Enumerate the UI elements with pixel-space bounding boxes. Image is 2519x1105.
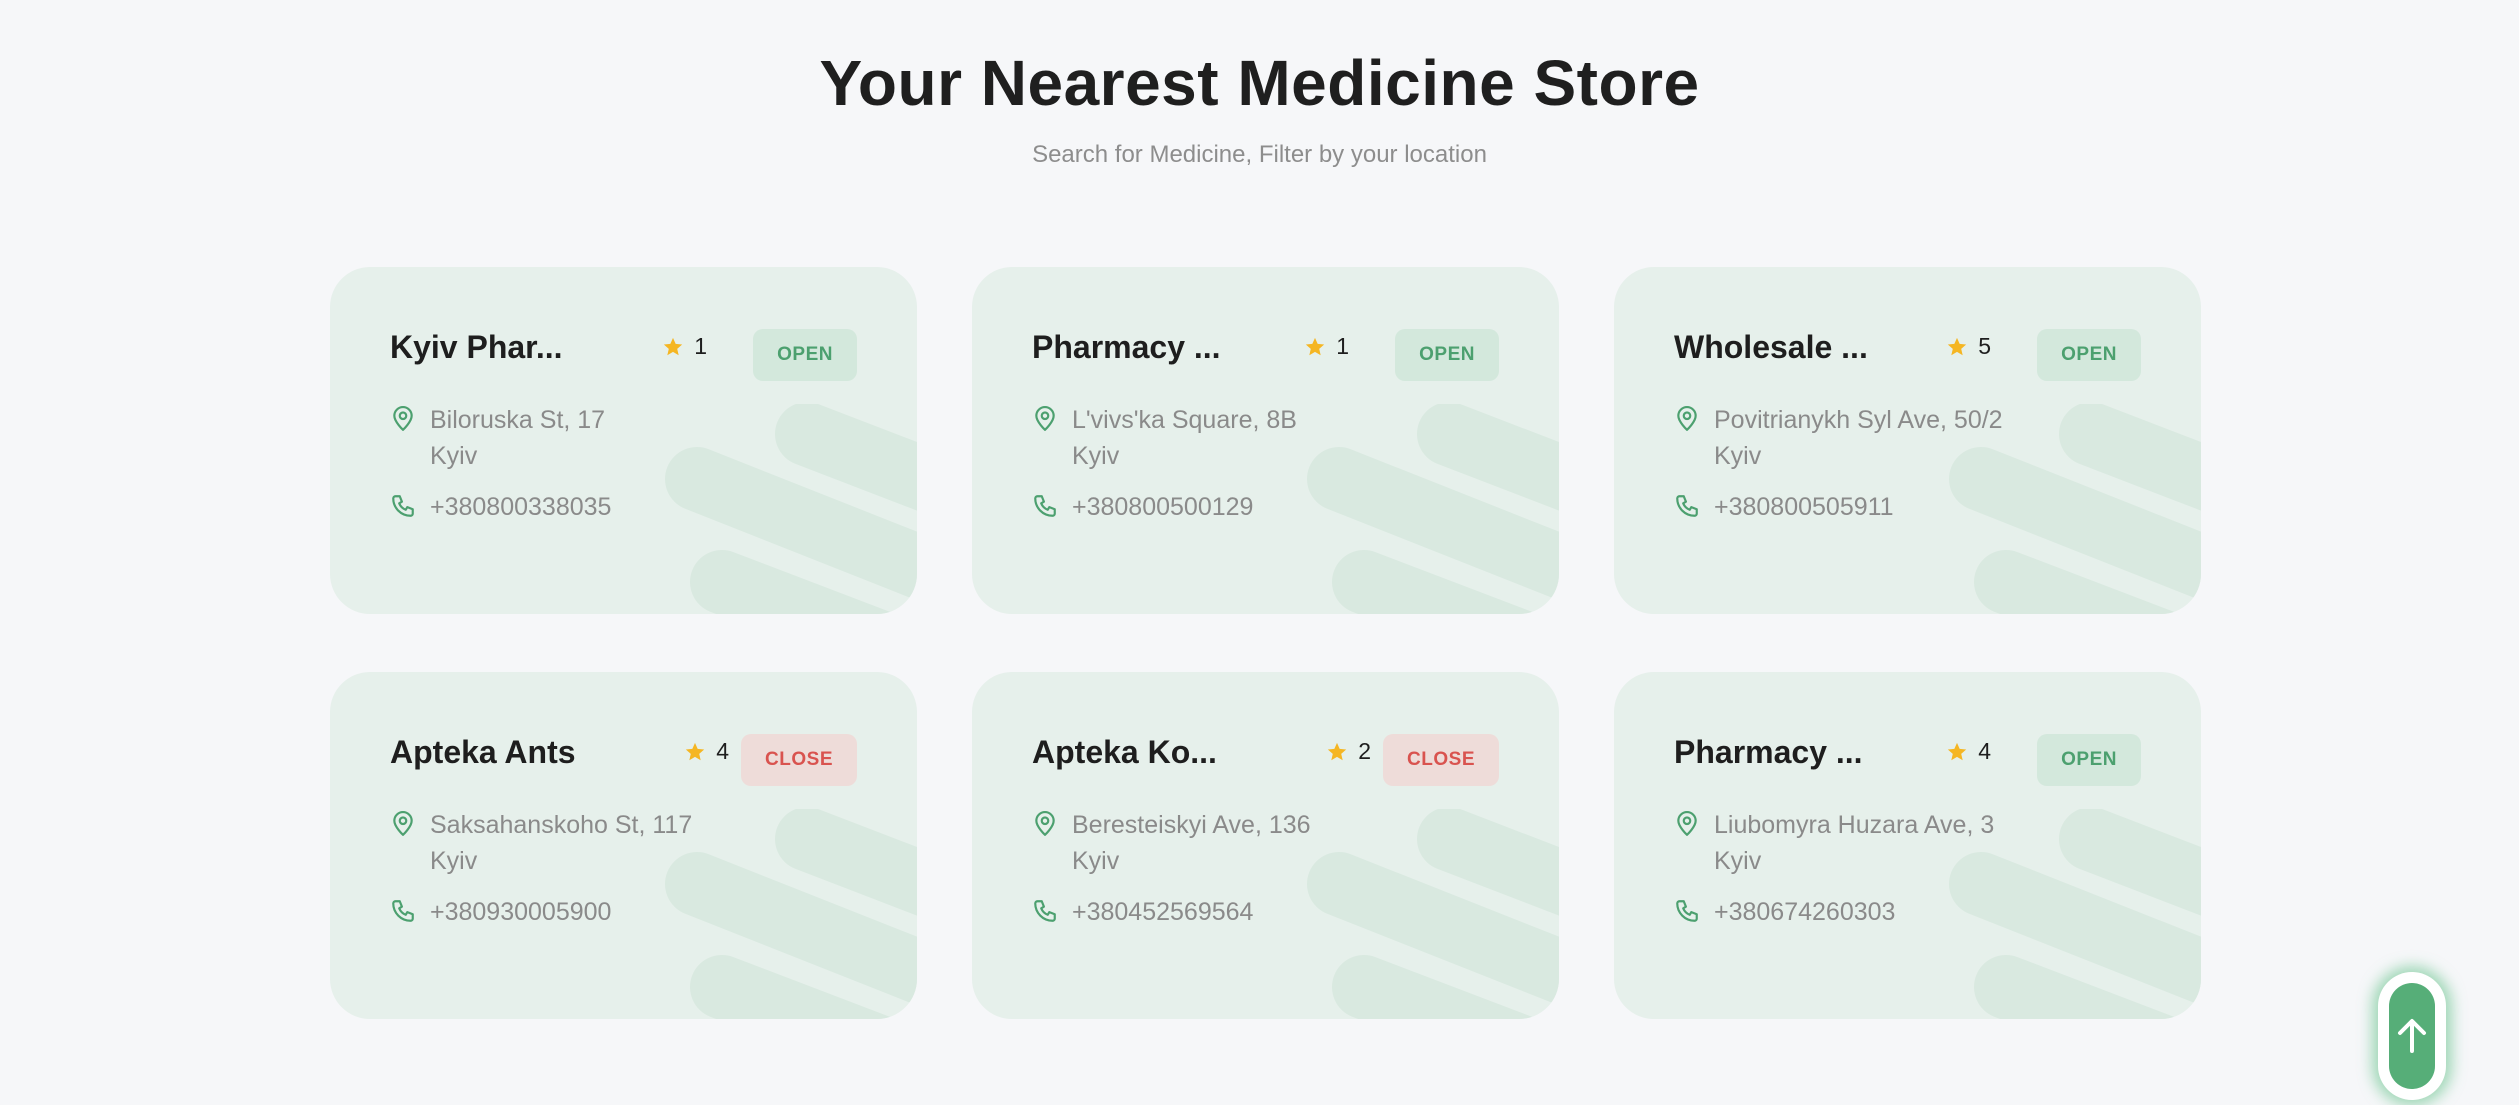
star-icon: [686, 742, 705, 760]
phone-number[interactable]: +380800505911: [1714, 489, 1894, 525]
store-address: Liubomyra Huzara Ave, 3 Kyiv: [1674, 807, 1994, 879]
location-pin-icon: [1035, 406, 1055, 431]
page: Your Nearest Medicine Store Search for M…: [0, 0, 2519, 1105]
star-icon: [1306, 337, 1325, 355]
store-name: Pharmacy ...: [1032, 329, 1221, 365]
store-rating: 2: [1326, 738, 1371, 765]
decorative-stripes: [665, 809, 917, 1019]
address-line-1: Povitrianykh Syl Ave, 50/2: [1714, 406, 2003, 434]
status-badge: CLOSE: [1383, 734, 1499, 786]
phone-icon: [1034, 900, 1056, 922]
phone-icon: [1034, 495, 1056, 517]
store-phone: +380452569564: [1032, 894, 1253, 930]
address-line-2: Kyiv: [1714, 847, 1762, 875]
store-name: Pharmacy ...: [1674, 734, 1863, 770]
address-line-1: Liubomyra Huzara Ave, 3: [1714, 811, 1995, 839]
phone-number[interactable]: +380930005900: [430, 894, 611, 930]
store-address: Beresteiskyi Ave, 136 Kyiv: [1032, 807, 1311, 879]
store-card[interactable]: Apteka Ko... 2 CLOSE Beresteiskyi Ave, 1…: [972, 672, 1559, 1019]
store-address: Biloruska St, 17 Kyiv: [390, 402, 605, 474]
address-line-2: Kyiv: [1072, 847, 1120, 875]
status-badge: OPEN: [2037, 734, 2141, 786]
phone-icon: [392, 495, 414, 517]
page-title: Your Nearest Medicine Store: [819, 47, 1700, 119]
star-icon: [1948, 337, 1967, 355]
status-badge: OPEN: [2037, 329, 2141, 381]
phone-icon: [1676, 495, 1698, 517]
store-address: Saksahanskoho St, 117 Kyiv: [390, 807, 692, 879]
store-name: Kyiv Phar...: [390, 329, 563, 365]
phone-number[interactable]: +380452569564: [1072, 894, 1253, 930]
location-pin-icon: [393, 406, 413, 431]
store-card[interactable]: Pharmacy ... 1 OPEN L'vivs'ka Square, 8B…: [972, 267, 1559, 614]
location-pin-icon: [1677, 406, 1697, 431]
rating-value: 1: [694, 333, 707, 359]
location-pin-icon: [1677, 811, 1697, 836]
status-badge: OPEN: [1395, 329, 1499, 381]
store-grid: Kyiv Phar... 1 OPEN Biloruska St, 17 Kyi…: [330, 267, 2202, 1019]
page-subtitle: Search for Medicine, Filter by your loca…: [1032, 141, 1487, 168]
store-phone: +380930005900: [390, 894, 611, 930]
store-card[interactable]: Pharmacy ... 4 OPEN Liubomyra Huzara Ave…: [1614, 672, 2201, 1019]
rating-value: 4: [716, 738, 729, 764]
phone-icon: [392, 900, 414, 922]
store-name: Apteka Ants: [390, 734, 576, 770]
decorative-stripes: [665, 404, 917, 614]
store-card[interactable]: Wholesale ... 5 OPEN Povitrianykh Syl Av…: [1614, 267, 2201, 614]
arrow-up-icon: [2398, 1019, 2426, 1053]
phone-number[interactable]: +380800500129: [1072, 489, 1253, 525]
store-rating: 1: [1304, 333, 1349, 360]
phone-icon: [1676, 900, 1698, 922]
store-rating: 1: [662, 333, 707, 360]
store-address: L'vivs'ka Square, 8B Kyiv: [1032, 402, 1297, 474]
store-card[interactable]: Apteka Ants 4 CLOSE Saksahanskoho St, 11…: [330, 672, 917, 1019]
rating-value: 2: [1358, 738, 1371, 764]
decorative-stripes: [1307, 809, 1559, 1019]
scroll-to-top-inner: [2389, 983, 2435, 1089]
rating-value: 4: [1978, 738, 1991, 764]
store-phone: +380800505911: [1674, 489, 1894, 525]
status-badge: OPEN: [753, 329, 857, 381]
rating-value: 1: [1336, 333, 1349, 359]
store-name: Wholesale ...: [1674, 329, 1868, 365]
address-line-2: Kyiv: [430, 847, 478, 875]
store-phone: +380800338035: [390, 489, 611, 525]
store-address: Povitrianykh Syl Ave, 50/2 Kyiv: [1674, 402, 2003, 474]
address-line-1: Saksahanskoho St, 117: [430, 811, 693, 839]
store-phone: +380800500129: [1032, 489, 1253, 525]
address-line-2: Kyiv: [1714, 442, 1762, 470]
location-pin-icon: [393, 811, 413, 836]
store-rating: 4: [1946, 738, 1991, 765]
address-line-1: Biloruska St, 17: [430, 406, 606, 434]
status-badge: CLOSE: [741, 734, 857, 786]
location-pin-icon: [1035, 811, 1055, 836]
store-name: Apteka Ko...: [1032, 734, 1217, 770]
store-phone: +380674260303: [1674, 894, 1895, 930]
star-icon: [1948, 742, 1967, 760]
address-line-1: Beresteiskyi Ave, 136: [1072, 811, 1311, 839]
star-icon: [664, 337, 683, 355]
rating-value: 5: [1978, 333, 1991, 359]
store-rating: 5: [1946, 333, 1991, 360]
address-line-2: Kyiv: [1072, 442, 1120, 470]
phone-number[interactable]: +380800338035: [430, 489, 611, 525]
store-rating: 4: [684, 738, 729, 765]
store-card[interactable]: Kyiv Phar... 1 OPEN Biloruska St, 17 Kyi…: [330, 267, 917, 614]
decorative-stripes: [1307, 404, 1559, 614]
address-line-2: Kyiv: [430, 442, 478, 470]
star-icon: [1328, 742, 1347, 760]
address-line-1: L'vivs'ka Square, 8B: [1072, 406, 1297, 434]
scroll-to-top-button[interactable]: [2378, 972, 2446, 1100]
phone-number[interactable]: +380674260303: [1714, 894, 1895, 930]
